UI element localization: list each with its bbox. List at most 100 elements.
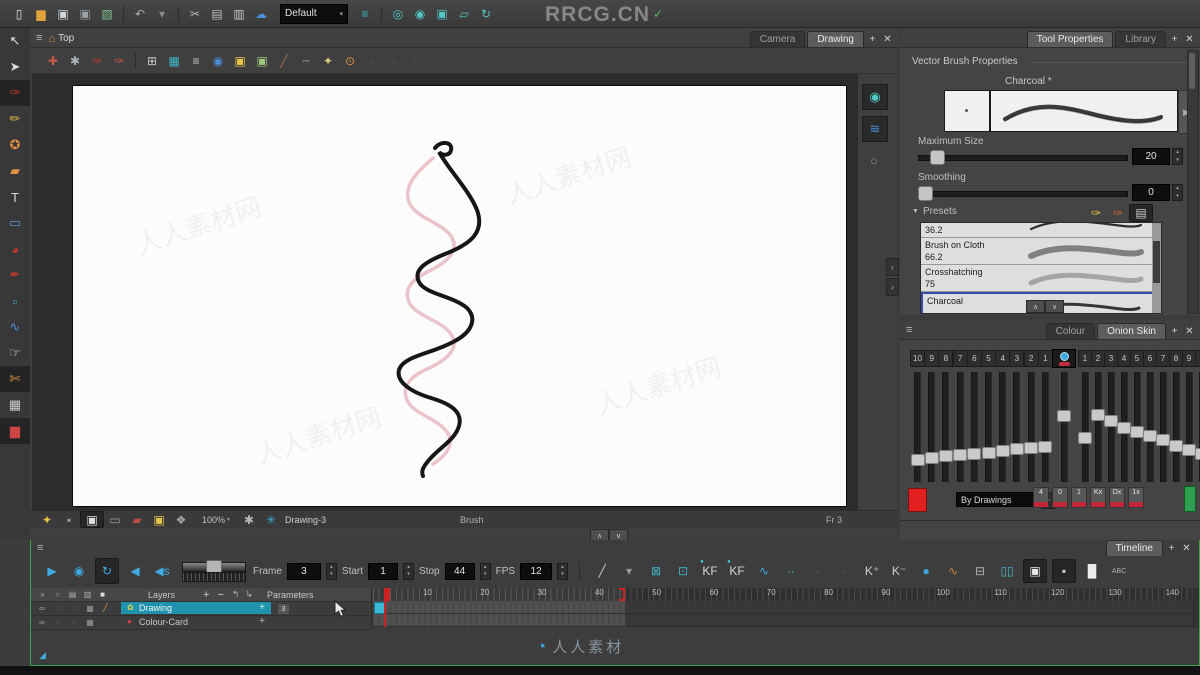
- paste-mode-icon[interactable]: ●: [915, 560, 937, 582]
- dim-box-icon[interactable]: ▫: [51, 602, 65, 614]
- paste-icon[interactable]: ▥: [228, 4, 250, 24]
- layer-up-icon[interactable]: ↰: [232, 589, 240, 600]
- next-colour-swatch[interactable]: [1184, 486, 1196, 512]
- highlight-icon[interactable]: ✦: [317, 50, 339, 72]
- playback-jog-slider[interactable]: [182, 559, 246, 582]
- add-tab-button[interactable]: +: [866, 32, 879, 46]
- onion-opacity-slider-track[interactable]: [1159, 372, 1167, 482]
- sound-column-icon[interactable]: ▯▯: [996, 560, 1018, 582]
- repaint-brush-icon[interactable]: ✑: [108, 50, 130, 72]
- onion-mode-dropdown[interactable]: By Drawings: [956, 492, 1040, 507]
- stepper-down-icon[interactable]: ▾: [1173, 193, 1182, 201]
- show-all-icon[interactable]: »: [35, 589, 50, 601]
- stepper-up-icon[interactable]: ▴: [1173, 185, 1182, 193]
- disabled-icon[interactable]: ▫: [807, 560, 829, 582]
- onion-opacity-slider-track[interactable]: [942, 372, 950, 482]
- add-drawing-exposure-icon[interactable]: ⊠: [645, 560, 667, 582]
- onion-preset-1-button[interactable]: 1: [1071, 487, 1087, 508]
- start-stepper[interactable]: ▴ ▾: [403, 562, 415, 580]
- brush-tip-preview[interactable]: [944, 90, 990, 132]
- close-tab-button[interactable]: ✕: [881, 32, 894, 46]
- onion-after-2-button[interactable]: 2: [1091, 350, 1105, 367]
- onion-opacity-slider-handle[interactable]: [995, 445, 1010, 457]
- onion-opacity-slider-track[interactable]: [1107, 372, 1115, 482]
- add-tab-button[interactable]: +: [1168, 324, 1181, 338]
- onion-opacity-slider-handle[interactable]: [981, 447, 996, 459]
- onion-opacity-slider-handle[interactable]: [1091, 409, 1105, 421]
- text-tool[interactable]: T: [0, 184, 30, 210]
- onion-before-2-button[interactable]: 2: [1023, 350, 1039, 367]
- chevron-down-icon[interactable]: ▾: [331, 10, 343, 18]
- contour-editor-tool[interactable]: ∿: [0, 314, 30, 340]
- field-grid-icon[interactable]: ▦: [163, 50, 185, 72]
- onion-after-9-button[interactable]: 9: [1182, 350, 1196, 367]
- onion-before-1-button[interactable]: 1: [1037, 350, 1053, 367]
- panel-menu-icon[interactable]: ≡: [36, 32, 42, 44]
- onion-after-3-button[interactable]: 3: [1104, 350, 1118, 367]
- select-tool[interactable]: ➤: [0, 54, 30, 80]
- onion-opacity-slider-track[interactable]: [970, 372, 978, 482]
- tab-camera[interactable]: Camera: [749, 31, 806, 47]
- layer-row[interactable]: ∞ ▫ ▫ ▦ ╱ ✿ Drawing +3: [31, 602, 371, 616]
- disabled-icon[interactable]: ▫: [405, 50, 427, 72]
- stamp-tool[interactable]: ✪: [0, 132, 30, 158]
- layer-name-cell[interactable]: ✿ Drawing +: [121, 602, 271, 614]
- camera-eye-icon[interactable]: ◉: [862, 84, 888, 110]
- close-tab-button[interactable]: ✕: [1183, 324, 1196, 338]
- white-square-icon[interactable]: ■: [95, 589, 110, 601]
- panel-layout-icon[interactable]: ≡: [354, 4, 376, 24]
- onion-preset-kx-button[interactable]: Kx: [1090, 487, 1106, 508]
- layer-down-icon[interactable]: ↳: [245, 589, 253, 600]
- stepper-down-icon[interactable]: ▾: [558, 571, 567, 579]
- transform-tool[interactable]: ↖: [0, 28, 30, 54]
- close-tab-button[interactable]: ✕: [1180, 541, 1193, 555]
- layer-name-cell[interactable]: ● Colour-Card +: [121, 616, 271, 628]
- onion-opacity-slider-handle[interactable]: [1182, 444, 1196, 456]
- brush-icon[interactable]: ✑: [86, 50, 108, 72]
- onion-opacity-slider-track[interactable]: [1185, 372, 1193, 482]
- current-drawing-icon[interactable]: ▣: [80, 511, 104, 528]
- fps-stepper[interactable]: ▴ ▾: [557, 562, 569, 580]
- onion-before-6-button[interactable]: 6: [966, 350, 982, 367]
- undo-icon[interactable]: ↶: [129, 4, 151, 24]
- sound-scrub-button[interactable]: ◀s: [151, 559, 173, 583]
- onion-opacity-slider-track[interactable]: [1146, 372, 1154, 482]
- cube-icon[interactable]: ❖: [170, 512, 192, 527]
- settings-gear-icon[interactable]: ✱: [64, 50, 86, 72]
- drawing-canvas[interactable]: 人人素材网 人人素材网 人人素材网 人人素材网: [72, 85, 847, 507]
- preset-scrollbar-handle[interactable]: [1153, 241, 1160, 283]
- presets-header[interactable]: ▼ Presets: [912, 206, 957, 217]
- marquee-select-tool[interactable]: ▦: [0, 392, 30, 418]
- add-tab-button[interactable]: +: [1165, 541, 1178, 555]
- transform-frame-icon[interactable]: ▱: [453, 4, 475, 24]
- eraser-tool[interactable]: ▰: [0, 158, 30, 184]
- disabled-icon[interactable]: ▫: [361, 50, 383, 72]
- exposure-track-row[interactable]: [373, 601, 1193, 614]
- layer-light-table-icon[interactable]: ≋: [862, 116, 888, 142]
- onion-opacity-slider-track[interactable]: [1041, 372, 1049, 482]
- thumbnail-icon[interactable]: ▥: [80, 589, 95, 601]
- onion-opacity-slider-track[interactable]: [1027, 372, 1035, 482]
- dim-box-icon[interactable]: ▫: [67, 602, 81, 614]
- disabled-icon[interactable]: ▫: [383, 50, 405, 72]
- render-play-button[interactable]: ◉: [68, 559, 90, 583]
- add-layer-button[interactable]: +: [203, 589, 209, 601]
- layer-row[interactable]: ∞ ▫ ▫ ▦ ● Colour-Card +: [31, 616, 371, 630]
- onion-skin-toggle-icon[interactable]: ≡: [185, 50, 207, 72]
- onion-opacity-slider-track[interactable]: [1060, 372, 1068, 482]
- onion-before-9-button[interactable]: 9: [924, 350, 940, 367]
- max-size-stepper[interactable]: ▴ ▾: [1172, 148, 1183, 165]
- add-parameter-button[interactable]: +: [259, 616, 265, 627]
- timeline-corner-icon[interactable]: ◢: [39, 650, 46, 661]
- panel-menu-icon[interactable]: ≡: [906, 324, 912, 336]
- onion-before-3-button[interactable]: 3: [1009, 350, 1025, 367]
- onion-after-6-button[interactable]: 6: [1143, 350, 1157, 367]
- lock-icon[interactable]: ▣: [229, 50, 251, 72]
- perspective-tool[interactable]: ☞: [0, 340, 30, 366]
- new-preset-icon[interactable]: ✑: [1085, 205, 1107, 221]
- frame-input[interactable]: 3: [286, 562, 321, 580]
- onion-opacity-slider-track[interactable]: [1013, 372, 1021, 482]
- onion-opacity-slider-track[interactable]: [999, 372, 1007, 482]
- stop-motion-keyframe-icon[interactable]: ∙∙: [780, 560, 802, 582]
- open-scene-icon[interactable]: ▆: [30, 4, 52, 24]
